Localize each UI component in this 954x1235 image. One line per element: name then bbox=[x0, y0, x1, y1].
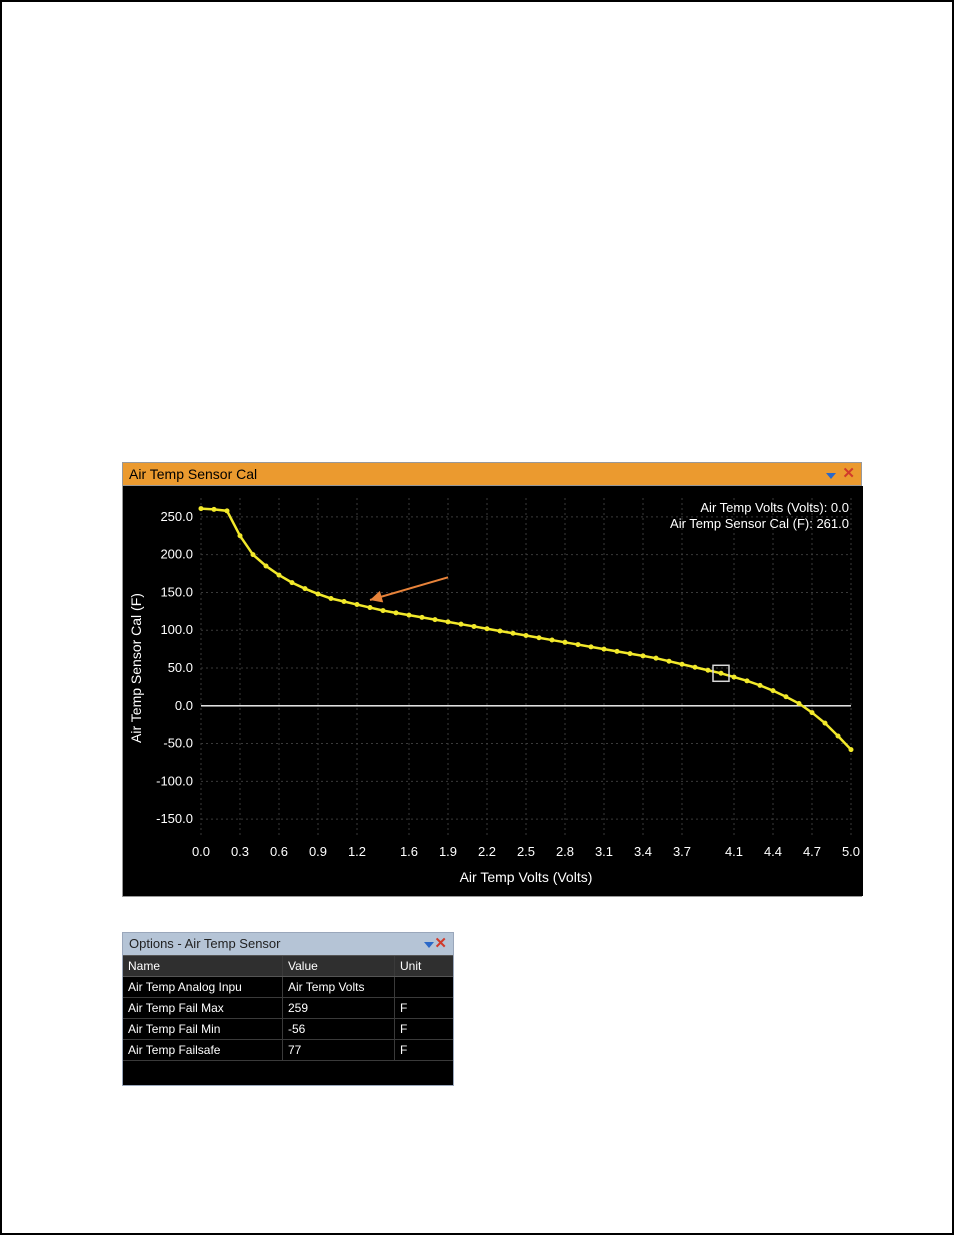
table-row[interactable]: Air Temp Failsafe77F bbox=[123, 1040, 453, 1061]
col-header-value[interactable]: Value bbox=[283, 956, 395, 976]
col-header-name[interactable]: Name bbox=[123, 956, 283, 976]
svg-text:0.3: 0.3 bbox=[231, 844, 249, 859]
svg-text:0.0: 0.0 bbox=[175, 698, 193, 713]
svg-text:2.8: 2.8 bbox=[556, 844, 574, 859]
svg-text:0.9: 0.9 bbox=[309, 844, 327, 859]
cell-unit: F bbox=[395, 1040, 451, 1060]
svg-text:3.4: 3.4 bbox=[634, 844, 652, 859]
chart-panel: Air Temp Sensor Cal ✕ 250.0 200.0 150.0 100… bbox=[122, 462, 862, 897]
svg-text:1.6: 1.6 bbox=[400, 844, 418, 859]
chart-plot-area[interactable]: 250.0 200.0 150.0 100.0 50.0 0.0 -50.0 -100.0 -1… bbox=[122, 485, 862, 897]
chart-titlebar[interactable]: Air Temp Sensor Cal ✕ bbox=[122, 462, 862, 485]
svg-text:Air Temp Sensor Cal (F): Air Temp Sensor Cal (F) bbox=[128, 593, 144, 743]
cell-unit bbox=[395, 977, 451, 997]
svg-text:-150.0: -150.0 bbox=[156, 811, 193, 826]
cell-name: Air Temp Analog Inpu bbox=[123, 977, 283, 997]
chart-title-text: Air Temp Sensor Cal bbox=[129, 465, 257, 483]
svg-text:5.0: 5.0 bbox=[842, 844, 860, 859]
cell-name: Air Temp Fail Min bbox=[123, 1019, 283, 1039]
options-grid: Name Value Unit Air Temp Analog InpuAir … bbox=[123, 955, 453, 1085]
svg-text:4.4: 4.4 bbox=[764, 844, 782, 859]
cell-value: 259 bbox=[283, 998, 395, 1018]
cell-unit: F bbox=[395, 1019, 451, 1039]
options-panel: Options - Air Temp Sensor ✕ Name Value U… bbox=[122, 932, 454, 1086]
cell-value: 77 bbox=[283, 1040, 395, 1060]
table-row[interactable]: Air Temp Fail Min-56F bbox=[123, 1019, 453, 1040]
options-title-text: Options - Air Temp Sensor bbox=[129, 935, 281, 953]
cell-value: -56 bbox=[283, 1019, 395, 1039]
svg-text:0.0: 0.0 bbox=[192, 844, 210, 859]
dropdown-icon[interactable] bbox=[826, 465, 836, 483]
cell-name: Air Temp Fail Max bbox=[123, 998, 283, 1018]
svg-text:3.7: 3.7 bbox=[673, 844, 691, 859]
svg-text:-100.0: -100.0 bbox=[156, 773, 193, 788]
col-header-unit[interactable]: Unit bbox=[395, 956, 451, 976]
close-icon[interactable]: ✕ bbox=[434, 938, 447, 950]
svg-text:2.2: 2.2 bbox=[478, 844, 496, 859]
table-row[interactable]: Air Temp Fail Max259F bbox=[123, 998, 453, 1019]
cell-unit: F bbox=[395, 998, 451, 1018]
svg-text:4.7: 4.7 bbox=[803, 844, 821, 859]
svg-text:Air Temp Volts (Volts): 0.0: Air Temp Volts (Volts): 0.0 bbox=[700, 500, 849, 515]
svg-text:Air Temp Sensor Cal (F): 261.0: Air Temp Sensor Cal (F): 261.0 bbox=[670, 516, 849, 531]
svg-text:50.0: 50.0 bbox=[168, 660, 193, 675]
svg-text:3.1: 3.1 bbox=[595, 844, 613, 859]
svg-text:2.5: 2.5 bbox=[517, 844, 535, 859]
dropdown-icon[interactable] bbox=[424, 935, 434, 953]
cell-value: Air Temp Volts bbox=[283, 977, 395, 997]
svg-text:100.0: 100.0 bbox=[160, 622, 193, 637]
table-row[interactable]: Air Temp Analog InpuAir Temp Volts bbox=[123, 977, 453, 998]
close-icon[interactable]: ✕ bbox=[842, 468, 855, 480]
svg-text:150.0: 150.0 bbox=[160, 584, 193, 599]
svg-text:250.0: 250.0 bbox=[160, 509, 193, 524]
svg-text:1.2: 1.2 bbox=[348, 844, 366, 859]
cell-name: Air Temp Failsafe bbox=[123, 1040, 283, 1060]
svg-text:200.0: 200.0 bbox=[160, 547, 193, 562]
svg-text:-50.0: -50.0 bbox=[163, 736, 193, 751]
svg-text:4.1: 4.1 bbox=[725, 844, 743, 859]
options-titlebar[interactable]: Options - Air Temp Sensor ✕ bbox=[123, 933, 453, 955]
svg-text:0.6: 0.6 bbox=[270, 844, 288, 859]
svg-text:1.9: 1.9 bbox=[439, 844, 457, 859]
svg-text:Air Temp Volts (Volts): Air Temp Volts (Volts) bbox=[460, 869, 593, 885]
